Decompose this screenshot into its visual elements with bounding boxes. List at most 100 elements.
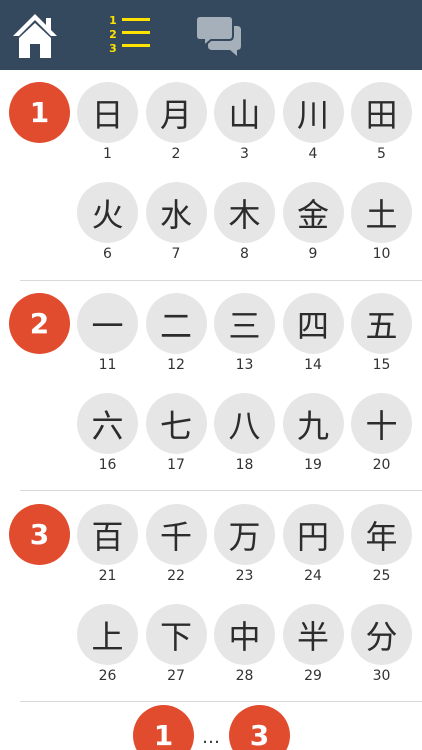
chat-bubbles-icon bbox=[195, 15, 241, 56]
kanji-list-button[interactable]: 1 2 3 bbox=[100, 8, 156, 62]
kanji-number: 13 bbox=[235, 357, 254, 373]
kanji-character: 田 bbox=[351, 82, 412, 143]
kanji-character: 千 bbox=[145, 504, 207, 565]
kanji-number: 26 bbox=[98, 668, 117, 684]
kanji-character: 年 bbox=[351, 504, 412, 565]
kanji-number: 23 bbox=[235, 568, 254, 584]
kanji-item[interactable]: 万 23 bbox=[214, 504, 275, 604]
kanji-character: 三 bbox=[214, 293, 275, 354]
kanji-character: 山 bbox=[214, 82, 275, 143]
kanji-item[interactable]: 三 13 bbox=[214, 293, 275, 393]
kanji-item[interactable]: 五 15 bbox=[351, 293, 412, 393]
section-divider bbox=[20, 280, 422, 281]
kanji-character: 万 bbox=[214, 504, 275, 565]
kanji-item[interactable]: 月2 bbox=[145, 82, 207, 182]
kanji-grid: 一 11 二 12 三 13 四 14 五 15 六 16 七 17 八 18 九 19 十 20 bbox=[77, 293, 422, 493]
home-icon bbox=[13, 14, 57, 58]
kanji-item[interactable]: 七 17 bbox=[145, 393, 207, 493]
kanji-grid: 日1 月2 山3 川4 田5 火6 水7 木8 金9 土 10 bbox=[77, 82, 422, 282]
lesson-section-3: 3 百 21 千 22 万 23 円 24 年 25 上 26 下 27 中 28 半 29 分 3… bbox=[0, 504, 422, 704]
kanji-item[interactable]: 中 28 bbox=[214, 604, 275, 704]
kanji-number: 16 bbox=[98, 457, 117, 473]
lesson-badge[interactable]: 2 bbox=[9, 293, 70, 354]
kanji-number: 24 bbox=[304, 568, 322, 584]
kanji-character: 円 bbox=[282, 504, 344, 565]
kanji-item[interactable]: 千 22 bbox=[145, 504, 207, 604]
lesson-section-1: 1 日1 月2 山3 川4 田5 火6 水7 木8 金9 土 10 bbox=[0, 82, 422, 282]
lesson-range-pager: 1 … 3 bbox=[0, 705, 422, 750]
list-number-3: 3 bbox=[109, 42, 117, 55]
kanji-character: 日 bbox=[77, 82, 138, 143]
kanji-number: 7 bbox=[171, 246, 181, 262]
kanji-number: 3 bbox=[240, 146, 249, 162]
kanji-item[interactable]: 田5 bbox=[351, 82, 412, 182]
section-divider bbox=[20, 490, 422, 491]
top-toolbar: 1 2 3 bbox=[0, 0, 422, 70]
kanji-number: 5 bbox=[377, 146, 386, 162]
kanji-number: 27 bbox=[167, 668, 185, 684]
kanji-item[interactable]: 百 21 bbox=[77, 504, 138, 604]
lesson-section-2: 2 一 11 二 12 三 13 四 14 五 15 六 16 七 17 八 18 九 19 十 2… bbox=[0, 293, 422, 493]
kanji-item[interactable]: 土 10 bbox=[351, 182, 412, 282]
kanji-item[interactable]: 一 11 bbox=[77, 293, 138, 393]
kanji-character: 水 bbox=[145, 182, 207, 243]
kanji-item[interactable]: 上 26 bbox=[77, 604, 138, 704]
kanji-number: 11 bbox=[98, 357, 117, 373]
kanji-number: 20 bbox=[372, 457, 391, 473]
kanji-item[interactable]: 九 19 bbox=[282, 393, 344, 493]
kanji-item[interactable]: 年 25 bbox=[351, 504, 412, 604]
kanji-item[interactable]: 円 24 bbox=[282, 504, 344, 604]
kanji-number: 8 bbox=[240, 246, 249, 262]
home-button[interactable] bbox=[10, 8, 60, 62]
kanji-number: 30 bbox=[372, 668, 391, 684]
lesson-badge[interactable]: 3 bbox=[9, 504, 70, 565]
kanji-character: 月 bbox=[145, 82, 207, 143]
kanji-item[interactable]: 川4 bbox=[282, 82, 344, 182]
kanji-item[interactable]: 半 29 bbox=[282, 604, 344, 704]
kanji-number: 18 bbox=[235, 457, 254, 473]
kanji-item[interactable]: 二 12 bbox=[145, 293, 207, 393]
kanji-character: 火 bbox=[77, 182, 138, 243]
kanji-item[interactable]: 日1 bbox=[77, 82, 138, 182]
kanji-character: 中 bbox=[214, 604, 275, 665]
kanji-item[interactable]: 山3 bbox=[214, 82, 275, 182]
kanji-item[interactable]: 水7 bbox=[145, 182, 207, 282]
kanji-item[interactable]: 金9 bbox=[282, 182, 344, 282]
kanji-character: 六 bbox=[77, 393, 138, 454]
kanji-character: 二 bbox=[145, 293, 207, 354]
kanji-character: 分 bbox=[351, 604, 412, 665]
kanji-item[interactable]: 火6 bbox=[77, 182, 138, 282]
lesson-badge[interactable]: 1 bbox=[9, 82, 70, 143]
kanji-item[interactable]: 十 20 bbox=[351, 393, 412, 493]
kanji-number: 22 bbox=[167, 568, 185, 584]
list-number-1: 1 bbox=[109, 14, 117, 27]
pager-first-lesson-button[interactable]: 1 bbox=[133, 705, 194, 750]
kanji-character: 百 bbox=[77, 504, 138, 565]
kanji-number: 4 bbox=[308, 146, 318, 162]
kanji-character: 十 bbox=[351, 393, 412, 454]
kanji-character: 金 bbox=[282, 182, 344, 243]
kanji-character: 土 bbox=[351, 182, 412, 243]
kanji-character: 四 bbox=[282, 293, 344, 354]
kanji-character: 七 bbox=[145, 393, 207, 454]
kanji-item[interactable]: 分 30 bbox=[351, 604, 412, 704]
list-lines bbox=[122, 18, 150, 57]
kanji-number: 25 bbox=[372, 568, 391, 584]
kanji-number: 9 bbox=[308, 246, 318, 262]
pager-ellipsis: … bbox=[202, 727, 220, 748]
kanji-item[interactable]: 下 27 bbox=[145, 604, 207, 704]
chat-button[interactable] bbox=[192, 8, 248, 62]
kanji-number: 15 bbox=[372, 357, 391, 373]
kanji-item[interactable]: 八 18 bbox=[214, 393, 275, 493]
kanji-number: 19 bbox=[304, 457, 322, 473]
kanji-item[interactable]: 四 14 bbox=[282, 293, 344, 393]
pager-last-lesson-button[interactable]: 3 bbox=[229, 705, 290, 750]
kanji-character: 五 bbox=[351, 293, 412, 354]
kanji-number: 17 bbox=[167, 457, 185, 473]
kanji-character: 上 bbox=[77, 604, 138, 665]
kanji-item[interactable]: 木8 bbox=[214, 182, 275, 282]
kanji-number: 21 bbox=[98, 568, 117, 584]
kanji-number: 28 bbox=[235, 668, 254, 684]
kanji-number: 12 bbox=[167, 357, 185, 373]
kanji-item[interactable]: 六 16 bbox=[77, 393, 138, 493]
